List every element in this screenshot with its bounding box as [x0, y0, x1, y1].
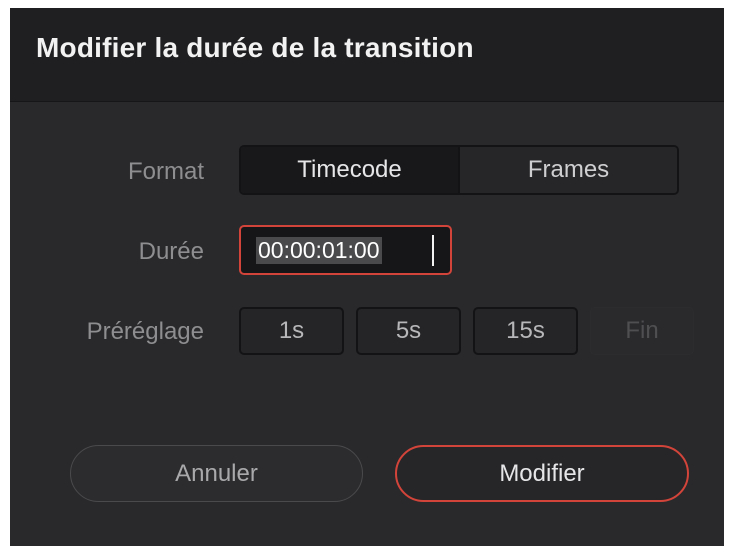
format-label: Format: [127, 158, 204, 185]
text-caret: [432, 235, 434, 266]
format-segmented-control: Timecode Frames: [239, 145, 679, 195]
preset-5s-button[interactable]: 5s: [356, 307, 461, 355]
dialog-title: Modifier la durée de la transition: [36, 32, 474, 63]
duration-label: Durée: [138, 238, 204, 265]
change-transition-duration-dialog: Modifier la durée de la transition Forma…: [10, 8, 724, 546]
duration-input[interactable]: 00:00:01:00: [239, 225, 452, 275]
dialog-titlebar: Modifier la durée de la transition: [10, 8, 724, 102]
duration-input-value: 00:00:01:00: [256, 237, 382, 264]
preset-15s-button[interactable]: 15s: [473, 307, 578, 355]
cancel-button[interactable]: Annuler: [70, 445, 363, 502]
format-option-frames[interactable]: Frames: [458, 147, 677, 193]
preset-label: Préréglage: [86, 318, 204, 345]
preset-1s-button[interactable]: 1s: [239, 307, 344, 355]
modify-button[interactable]: Modifier: [395, 445, 689, 502]
preset-end-button[interactable]: Fin: [590, 307, 694, 355]
format-option-timecode[interactable]: Timecode: [241, 147, 458, 193]
